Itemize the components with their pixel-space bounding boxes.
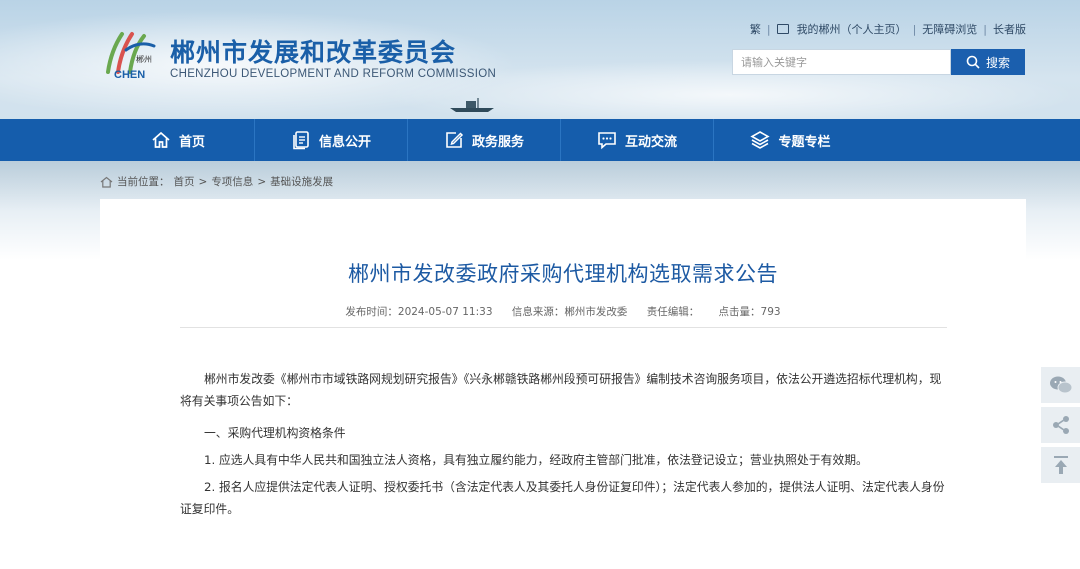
breadcrumb-item-special-info[interactable]: 专项信息 [211, 174, 253, 189]
logo-word: CHEN [114, 69, 145, 80]
divider [180, 327, 947, 328]
monitor-icon [776, 24, 789, 34]
divider: | [912, 22, 917, 36]
boat-image [450, 98, 494, 112]
publish-time: 发布时间：2024-05-07 11:33 [345, 306, 493, 318]
breadcrumb-item-infrastructure[interactable]: 基础设施发展 [270, 174, 333, 189]
article-meta: 发布时间：2024-05-07 11:33 信息来源：郴州市发改委 责任编辑： … [0, 304, 1080, 319]
search-input[interactable] [732, 49, 951, 75]
nav-item-label: 专题专栏 [778, 134, 831, 150]
nav-item-info-disclosure[interactable]: 信息公开 [255, 119, 408, 161]
article-title: 郴州市发改委政府采购代理机构选取需求公告 [348, 262, 778, 286]
search-box: 搜索 [732, 49, 1025, 75]
home-icon [152, 131, 170, 148]
back-to-top-icon [1053, 456, 1068, 474]
nav-item-label: 信息公开 [318, 134, 371, 150]
breadcrumb: 当前位置： 首页 > 专项信息 > 基础设施发展 [100, 174, 333, 189]
nav-item-label: 政务服务 [471, 134, 524, 150]
site-name-en: CHENZHOU DEVELOPMENT AND REFORM COMMISSI… [170, 68, 497, 80]
side-toolbar [1041, 367, 1080, 487]
view-count: 点击量：793 [718, 306, 781, 318]
article-paragraph: 郴州市发改委《郴州市市域铁路网规划研究报告》《兴永郴赣铁路郴州段预可研报告》编制… [180, 372, 942, 408]
chat-icon [598, 132, 616, 150]
logo-icon: 郴州 CHEN [106, 32, 156, 80]
my-chenzhou-link[interactable]: 我的郴州（个人主页） [797, 21, 907, 37]
nav-item-gov-services[interactable]: 政务服务 [408, 119, 561, 161]
nav-item-interaction[interactable]: 互动交流 [561, 119, 714, 161]
search-button[interactable]: 搜索 [951, 49, 1025, 75]
breadcrumb-separator: > [198, 175, 208, 188]
back-to-top-button[interactable] [1041, 447, 1080, 483]
breadcrumb-separator: > [257, 175, 267, 188]
search-button-label: 搜索 [985, 55, 1010, 70]
share-icon [1052, 416, 1069, 434]
top-links: 繁 | 我的郴州（个人主页） | 无障碍浏览 | 长者版 [750, 21, 1026, 37]
home-icon [100, 176, 113, 188]
layers-icon [750, 131, 771, 149]
divider: | [983, 22, 987, 36]
traditional-chinese-link[interactable]: 繁 [750, 21, 761, 37]
breadcrumb-prefix: 当前位置： [117, 176, 170, 188]
article-paragraph: 1. 应选人具有中华人民共和国独立法人资格，具有独立履约能力，经政府主管部门批准… [204, 453, 868, 467]
share-button[interactable] [1041, 407, 1080, 443]
article-paragraph: 一、采购代理机构资格条件 [204, 426, 346, 440]
breadcrumb-item-home[interactable]: 首页 [174, 174, 195, 189]
document-icon [293, 131, 309, 150]
article-paragraph: 2. 报名人应提供法定代表人证明、授权委托书（含法定代表人及其委托人身份证复印件… [180, 480, 945, 516]
wechat-button[interactable] [1041, 367, 1080, 403]
edit-icon [446, 132, 464, 148]
site-name-cn: 郴州市发展和改革委员会 [170, 38, 457, 67]
elder-version-link[interactable]: 长者版 [993, 21, 1026, 37]
info-source: 信息来源：郴州市发改委 [511, 306, 628, 318]
nav-item-label: 互动交流 [624, 134, 677, 150]
accessible-link[interactable]: 无障碍浏览 [922, 21, 977, 37]
wechat-icon [1049, 376, 1072, 394]
nav-item-home[interactable]: 首页 [102, 119, 255, 161]
main-nav: 首页 信息公开 政务服务 互动交流 专题专栏 [0, 119, 1080, 161]
divider: | [766, 22, 771, 36]
nav-item-label: 首页 [178, 134, 205, 150]
search-icon [966, 55, 980, 69]
editor: 责任编辑： [646, 306, 700, 318]
nav-item-special-topics[interactable]: 专题专栏 [714, 119, 867, 161]
svg-text:郴州: 郴州 [136, 55, 152, 64]
